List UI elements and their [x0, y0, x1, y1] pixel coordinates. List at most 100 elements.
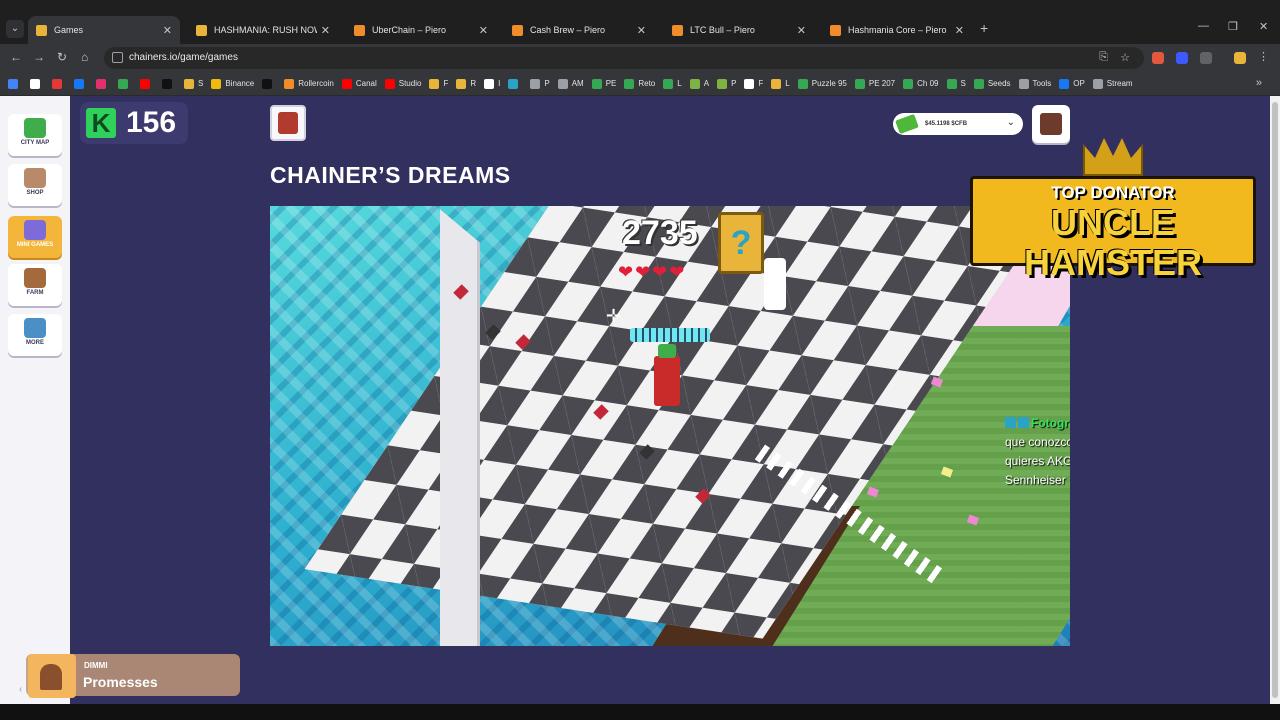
- sidebar-item-farm[interactable]: FARM: [8, 264, 62, 306]
- bookmark-item[interactable]: F: [429, 78, 448, 89]
- bookmark-item[interactable]: P: [717, 78, 736, 89]
- ammo-bar: [630, 328, 710, 342]
- tab-3[interactable]: UberChain – Piero ✕: [346, 16, 496, 44]
- bookmark-favicon-icon: [624, 78, 635, 89]
- bookmark-favicon-icon: [262, 78, 273, 89]
- tab-favicon-icon: [512, 24, 523, 36]
- bookmark-item[interactable]: [74, 78, 88, 89]
- bookmark-label: Rollercoin: [298, 79, 334, 88]
- bookmarks-overflow-button[interactable]: »: [1256, 77, 1262, 89]
- tab-close-icon[interactable]: ✕: [163, 24, 172, 37]
- minimize-button[interactable]: —: [1198, 20, 1209, 32]
- game-canvas[interactable]: ? 2735 ❤❤❤❤ ✛ FotografoSamuel: La gente …: [270, 206, 1070, 646]
- bookmark-item[interactable]: OP: [1059, 78, 1085, 89]
- bookmark-item[interactable]: [262, 78, 276, 89]
- bookmark-label: I: [498, 79, 501, 88]
- bookmark-label: AM: [571, 79, 584, 88]
- bookmark-label: L: [677, 79, 682, 88]
- bookmark-item[interactable]: Reto: [624, 78, 655, 89]
- bookmark-label: F: [758, 79, 764, 88]
- sidebar-item-shop[interactable]: SHOP: [8, 164, 62, 206]
- bookmark-item[interactable]: [118, 78, 132, 89]
- tab-6[interactable]: Hashmania Core – Piero ✕: [822, 16, 972, 44]
- chevron-left-icon[interactable]: ‹: [19, 684, 22, 695]
- tab-close-icon[interactable]: ✕: [797, 24, 806, 37]
- tab-favicon-icon: [354, 24, 365, 36]
- sidebar-item-more[interactable]: MORE: [8, 314, 62, 356]
- bookmark-item[interactable]: [162, 78, 176, 89]
- tab-4[interactable]: Cash Brew – Piero ✕: [504, 16, 654, 44]
- donator-banner: TOP DONATOR UNCLE HAMSTER: [970, 176, 1256, 283]
- url-text[interactable]: chainers.io/game/games: [129, 52, 238, 63]
- bookmark-item[interactable]: Studio: [384, 78, 421, 89]
- scrollbar-thumb[interactable]: [1272, 102, 1278, 698]
- bookmark-star-icon[interactable]: ☆: [1120, 51, 1130, 64]
- bookmark-item[interactable]: Binance: [211, 78, 254, 89]
- extension-shield-icon[interactable]: [1176, 52, 1188, 64]
- tab-1[interactable]: Games ✕: [28, 16, 180, 44]
- bookmark-item[interactable]: I: [484, 78, 501, 89]
- sidebar-item-city-map[interactable]: CITY MAP: [8, 114, 62, 156]
- bookmark-item[interactable]: PE: [591, 78, 616, 89]
- bookmark-item[interactable]: AM: [557, 78, 584, 89]
- now-playing-widget: DIMMI Promesses: [26, 654, 240, 698]
- site-info-icon[interactable]: [112, 52, 123, 63]
- bookmark-item[interactable]: Rollercoin: [284, 78, 334, 89]
- new-tab-button[interactable]: +: [980, 20, 988, 36]
- home-button[interactable]: ⌂: [81, 50, 88, 64]
- bookmark-item[interactable]: [96, 78, 110, 89]
- bookmark-item[interactable]: [52, 78, 66, 89]
- reload-button[interactable]: ↻: [57, 50, 67, 64]
- bookmark-item[interactable]: R: [456, 78, 476, 89]
- back-button[interactable]: ←: [10, 50, 22, 64]
- donator-name: UNCLE HAMSTER: [1024, 202, 1202, 283]
- tab-close-icon[interactable]: ✕: [637, 24, 646, 37]
- avatar-character-icon: [278, 112, 298, 134]
- bookmark-favicon-icon: [973, 78, 984, 89]
- sidebar-item-mini-games[interactable]: MINI GAMES: [8, 216, 62, 258]
- tab-5[interactable]: LTC Bull – Piero ✕: [664, 16, 814, 44]
- bookmark-item[interactable]: Ch 09: [903, 78, 939, 89]
- bookmark-item[interactable]: [140, 78, 154, 89]
- page-scrollbar[interactable]: [1270, 96, 1280, 704]
- bookmark-item[interactable]: PE 207: [854, 78, 895, 89]
- tab-2[interactable]: HASHMANIA: RUSH NOW! ✕: [188, 16, 338, 44]
- bookmark-item[interactable]: S: [184, 78, 203, 89]
- bookmark-item[interactable]: Tools: [1018, 78, 1051, 89]
- tab-close-icon[interactable]: ✕: [479, 24, 488, 37]
- bookmark-item[interactable]: Puzzle 95: [797, 78, 847, 89]
- profile-avatar[interactable]: [1234, 52, 1246, 64]
- extensions-puzzle-icon[interactable]: [1200, 52, 1212, 64]
- bookmark-item[interactable]: A: [689, 78, 710, 89]
- close-window-button[interactable]: ✕: [1259, 20, 1268, 33]
- bookmark-item[interactable]: S: [946, 78, 966, 89]
- player-avatar[interactable]: [270, 105, 306, 141]
- bookmark-item[interactable]: F: [744, 78, 764, 89]
- bookmark-item[interactable]: L: [663, 78, 682, 89]
- tab-close-icon[interactable]: ✕: [321, 24, 330, 37]
- browser-menu-icon[interactable]: ⋮: [1258, 50, 1270, 63]
- bookmark-item[interactable]: P: [530, 78, 550, 89]
- tab-title: Cash Brew – Piero: [530, 25, 606, 35]
- bookmark-item[interactable]: [8, 78, 22, 89]
- card-wall: [440, 209, 480, 646]
- wallet-dropdown[interactable]: $45.1198 $CFB ⌄: [893, 113, 1023, 135]
- bookmark-item[interactable]: L: [771, 78, 790, 89]
- album-cover: [28, 654, 76, 698]
- bookmark-item[interactable]: Stream: [1092, 78, 1133, 89]
- install-app-icon[interactable]: ⎘: [1099, 51, 1108, 64]
- address-bar[interactable]: chainers.io/game/games ⎘ ☆: [104, 47, 1144, 69]
- bookmark-label: A: [703, 79, 710, 88]
- extension-fox-icon[interactable]: [1152, 52, 1164, 64]
- tab-search-button[interactable]: ⌄: [6, 20, 24, 38]
- bookmark-item[interactable]: Seeds: [973, 78, 1011, 89]
- chat-badge-icon: [1018, 417, 1029, 428]
- bookmark-item[interactable]: [30, 78, 44, 89]
- bookmark-item[interactable]: [508, 78, 522, 89]
- maximize-button[interactable]: ❐: [1228, 20, 1238, 33]
- tab-close-icon[interactable]: ✕: [955, 24, 964, 37]
- forward-button[interactable]: →: [33, 50, 45, 64]
- top-donator-overlay: TOP DONATOR UNCLE HAMSTER: [970, 136, 1256, 283]
- bookmark-favicon-icon: [341, 78, 352, 89]
- bookmark-item[interactable]: Canal: [341, 78, 377, 89]
